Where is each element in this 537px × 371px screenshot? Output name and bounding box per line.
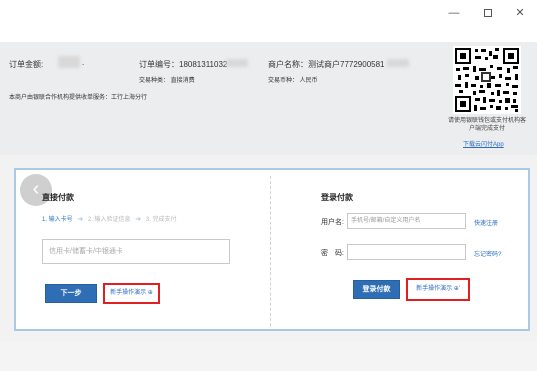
- qr-hint-text: 请使用银联钱包或支付机构客户端完成支付: [447, 118, 526, 132]
- order-number-redacted: [226, 59, 248, 67]
- download-app-link[interactable]: 下载云闪付App: [463, 139, 504, 148]
- payment-qr-code: [453, 46, 521, 114]
- order-info-panel: 订单金额: . 订单编号：18081311032 交易种类： 直接消费 商户名称…: [0, 42, 537, 155]
- footer-area: [0, 342, 537, 371]
- username-input[interactable]: 手机号/邮箱/自定义用户名: [347, 213, 466, 229]
- register-link[interactable]: 快速注册: [474, 218, 498, 227]
- maximize-button[interactable]: [476, 4, 500, 22]
- window-titlebar: — ✕: [0, 0, 537, 28]
- amount-redacted: [58, 56, 80, 68]
- step-complete: 3. 完成支付: [145, 217, 177, 223]
- direct-pay-title: 直接付款: [42, 193, 74, 202]
- step-arrow-icon: ➜: [77, 216, 84, 223]
- step-arrow-icon: ➜: [135, 216, 142, 223]
- username-label: 用户名:: [321, 219, 344, 226]
- order-number: 订单编号：18081311032: [139, 60, 228, 69]
- password-label: 密 码:: [321, 250, 344, 257]
- order-amount-label: 订单金额:: [9, 60, 44, 69]
- acquirer-service-note: 本商户由银联合作机构提供收单服务：工行上海分行: [9, 95, 148, 101]
- payment-panel: ‹ 直接付款 1. 输入卡号 ➜ 2. 输入验证信息 ➜ 3. 完成支付 信用卡…: [14, 168, 530, 331]
- password-input[interactable]: [347, 244, 466, 260]
- card-number-input[interactable]: 信用卡/储蓄卡/中银通卡: [42, 239, 230, 264]
- maximize-icon: [484, 9, 492, 18]
- trade-type: 交易种类： 直接消费: [139, 78, 195, 84]
- qr-code-icon: [453, 46, 521, 114]
- login-pay-button[interactable]: 登录付款: [353, 280, 400, 299]
- tutorial-demo-link-right[interactable]: 新手操作演示 ⊕': [406, 278, 470, 301]
- forgot-password-link[interactable]: 忘记密码?: [474, 249, 501, 258]
- close-button[interactable]: ✕: [508, 4, 532, 22]
- pay-steps: 1. 输入卡号 ➜ 2. 输入验证信息 ➜ 3. 完成支付: [42, 214, 176, 223]
- next-step-button[interactable]: 下一步: [45, 284, 97, 303]
- merchant-redacted: [387, 59, 409, 67]
- amount-suffix: .: [82, 58, 85, 67]
- tutorial-demo-link-left[interactable]: 新手操作演示 ⊕: [103, 283, 160, 304]
- currency: 交易币种： 人民币: [268, 78, 318, 84]
- header-spacer: [0, 28, 537, 42]
- login-pay-title: 登录付款: [321, 193, 353, 202]
- minimize-button[interactable]: —: [442, 4, 466, 22]
- panel-divider: [270, 176, 271, 326]
- merchant-name: 商户名称：测试商户7772900581: [268, 60, 385, 69]
- step-verify: 2. 输入验证信息: [87, 217, 131, 223]
- step-enter-card: 1. 输入卡号: [42, 217, 73, 223]
